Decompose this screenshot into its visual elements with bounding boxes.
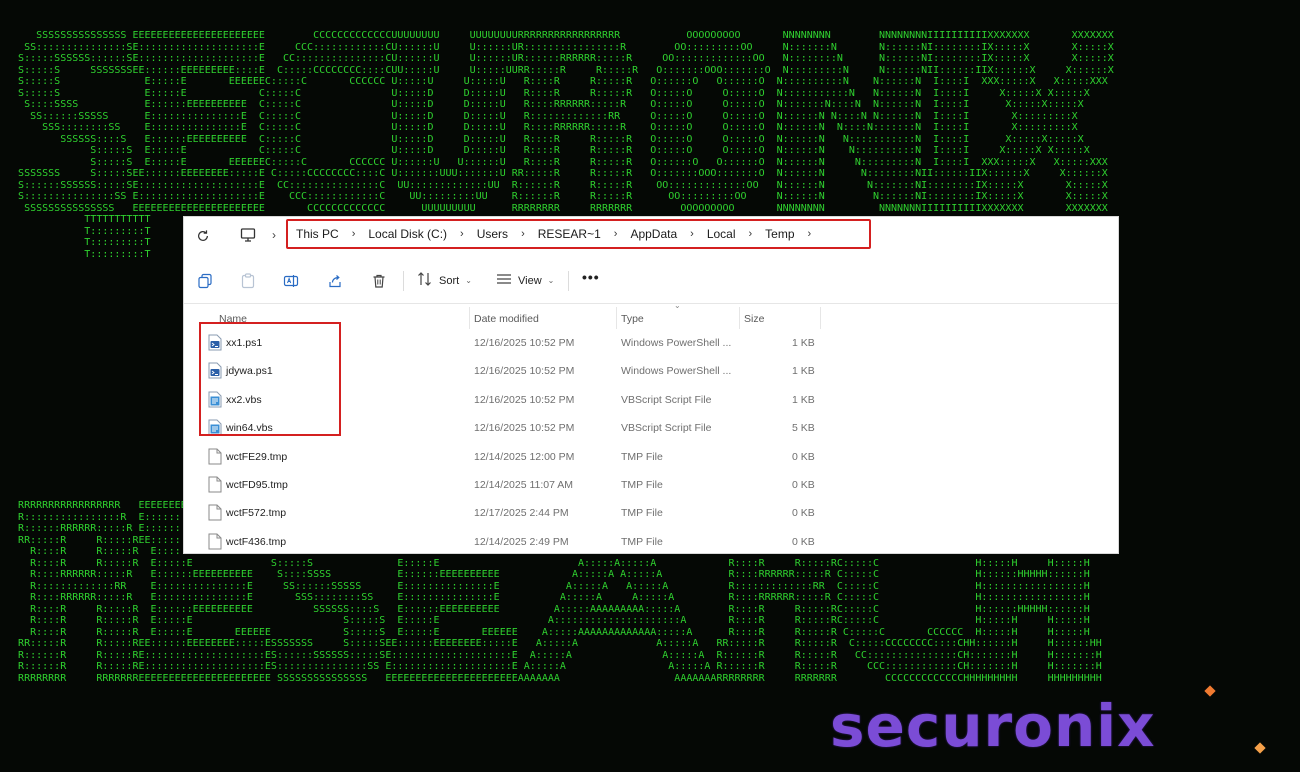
sort-indicator-icon: ⌄: [674, 301, 681, 310]
file-date: 12/14/2025 12:00 PM: [474, 450, 575, 463]
chevron-right-icon[interactable]: ›: [352, 228, 356, 240]
breadcrumb: This PC › Local Disk (C:) › Users › RESE…: [286, 219, 871, 249]
toolbar-divider: [568, 271, 569, 291]
command-bar: Sort ⌄ View ⌄ •••: [184, 259, 1118, 304]
delete-icon[interactable]: [371, 273, 387, 289]
file-size: 1 KB: [792, 337, 815, 349]
breadcrumb-item[interactable]: RESEAR~1: [538, 227, 601, 241]
file-date: 12/14/2025 2:49 PM: [474, 535, 569, 548]
file-date: 12/16/2025 10:52 PM: [474, 393, 575, 406]
this-pc-icon[interactable]: [239, 226, 257, 244]
column-divider[interactable]: [820, 307, 821, 329]
chevron-right-icon[interactable]: ›: [614, 228, 618, 240]
file-size: 5 KB: [792, 422, 815, 435]
file-row[interactable]: wctFD95.tmp 12/14/2025 11:07 AM TMP File 0 …: [184, 471, 1118, 499]
file-size: 0 KB: [792, 535, 815, 548]
view-icon: [496, 272, 512, 289]
file-type: TMP File: [621, 479, 663, 491]
sort-button[interactable]: Sort ⌄: [417, 272, 472, 289]
paste-icon[interactable]: [240, 273, 256, 289]
file-row[interactable]: wctF572.tmp 12/17/2025 2:44 PM TMP File 0 K…: [184, 499, 1118, 527]
column-header-date[interactable]: Date modified: [474, 313, 539, 325]
refresh-icon[interactable]: [194, 227, 212, 245]
file-date: 12/17/2025 2:44 PM: [474, 507, 569, 520]
file-name: wctF436.tmp: [226, 535, 287, 548]
share-icon[interactable]: [327, 273, 343, 289]
file-size: 1 KB: [792, 365, 815, 378]
toolbar-divider: [403, 271, 404, 291]
chevron-right-icon[interactable]: ›: [690, 228, 694, 240]
chevron-right-icon[interactable]: ›: [460, 228, 464, 240]
file-size: 0 KB: [792, 479, 815, 491]
breadcrumb-item[interactable]: Users: [477, 227, 508, 241]
blank-file-icon: [208, 533, 222, 550]
file-type: Windows PowerShell ...: [621, 337, 732, 349]
chevron-right-icon[interactable]: ›: [521, 228, 525, 240]
address-bar: › This PC › Local Disk (C:) › Users › RE…: [184, 217, 1118, 255]
blank-file-icon: [208, 448, 222, 465]
file-type: VBScript Script File: [621, 393, 712, 406]
column-divider[interactable]: [469, 307, 470, 329]
column-divider[interactable]: [739, 307, 740, 329]
file-date: 12/16/2025 10:52 PM: [474, 337, 575, 349]
chevron-right-icon[interactable]: ›: [749, 228, 753, 240]
file-date: 12/14/2025 11:07 AM: [474, 479, 574, 491]
chevron-right-icon[interactable]: ›: [808, 228, 812, 240]
file-type: VBScript Script File: [621, 422, 712, 435]
chevron-down-icon: ⌄: [465, 276, 472, 285]
file-row[interactable]: wctFE29.tmp 12/14/2025 12:00 PM TMP File 0 …: [184, 443, 1118, 471]
file-type: Windows PowerShell ...: [621, 365, 732, 378]
view-button[interactable]: View ⌄: [496, 272, 554, 289]
file-name: wctF572.tmp: [226, 507, 287, 520]
file-size: 1 KB: [792, 393, 815, 406]
file-size: 0 KB: [792, 507, 815, 520]
blank-file-icon: [208, 504, 222, 521]
file-name: wctFD95.tmp: [226, 479, 288, 491]
breadcrumb-item[interactable]: Local Disk (C:): [368, 227, 447, 241]
column-header-type[interactable]: Type: [621, 313, 644, 325]
file-name: wctFE29.tmp: [226, 450, 288, 463]
column-divider[interactable]: [616, 307, 617, 329]
file-type: TMP File: [621, 535, 663, 548]
logo-accent-icon: [1254, 742, 1266, 754]
securonix-logo: securonix: [830, 692, 1156, 760]
blank-file-icon: [208, 476, 222, 493]
file-row[interactable]: wctF436.tmp 12/14/2025 2:49 PM TMP File 0 K…: [184, 528, 1118, 553]
sort-icon: [417, 272, 433, 289]
view-label: View: [518, 274, 542, 287]
rename-icon[interactable]: [283, 273, 299, 289]
breadcrumb-item[interactable]: AppData: [630, 227, 677, 241]
chevron-right-icon[interactable]: ›: [272, 228, 276, 242]
file-date: 12/16/2025 10:52 PM: [474, 365, 575, 378]
breadcrumb-item[interactable]: This PC: [296, 227, 339, 241]
chevron-down-icon: ⌄: [547, 276, 555, 285]
more-options-button[interactable]: •••: [582, 269, 600, 285]
highlight-box: [199, 322, 341, 436]
sort-label: Sort: [439, 274, 460, 287]
breadcrumb-item[interactable]: Temp: [765, 227, 794, 241]
copy-icon[interactable]: [197, 273, 213, 289]
file-size: 0 KB: [792, 450, 815, 463]
file-type: TMP File: [621, 450, 663, 463]
column-header-size[interactable]: Size: [744, 313, 764, 325]
breadcrumb-item[interactable]: Local: [707, 227, 736, 241]
file-type: TMP File: [621, 507, 663, 520]
file-date: 12/16/2025 10:52 PM: [474, 422, 575, 435]
